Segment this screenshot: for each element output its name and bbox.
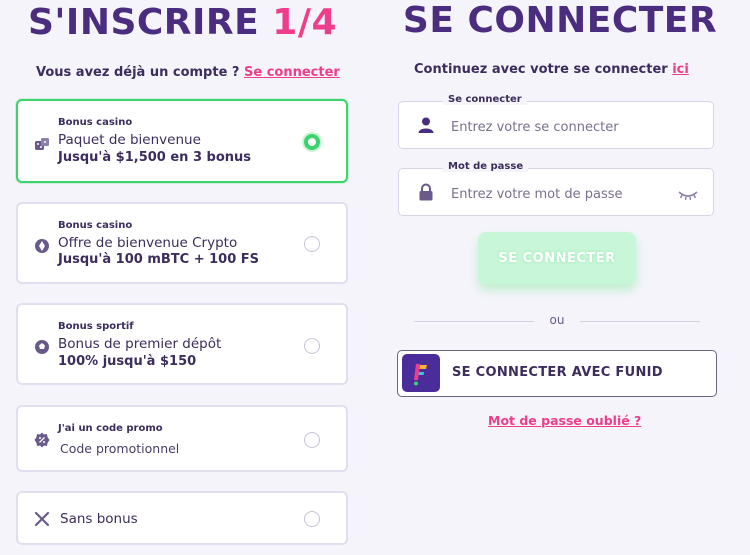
bonus-option-crypto-welcome[interactable]: Bonus casino Offre de bienvenue Crypto J… — [16, 202, 348, 284]
password-label: Mot de passe — [443, 161, 529, 172]
bonus-category: J'ai un code promo — [58, 423, 163, 434]
forgot-password-link[interactable]: Mot de passe oublié ? — [488, 413, 641, 428]
bonus-option-no-bonus[interactable]: Sans bonus — [16, 491, 348, 545]
funid-label: SE CONNECTER AVEC FUNID — [452, 365, 663, 380]
signup-step: 1/4 — [272, 2, 338, 43]
bonus-amount: Jusqu'à 100 mBTC + 100 FS — [58, 252, 260, 267]
bonus-amount: Jusqu'à $1,500 en 3 bonus — [58, 150, 252, 165]
continue-line: Continuez avec votre se connecter ici — [414, 62, 689, 77]
bonus-option-promo-code[interactable]: J'ai un code promo Code promotionnel — [16, 405, 348, 472]
password-input[interactable] — [449, 182, 673, 206]
have-account-text: Vous avez déjà un compte ? — [36, 65, 240, 80]
x-icon — [34, 511, 50, 527]
bonus-radio[interactable] — [304, 511, 320, 527]
soccer-ball-icon — [34, 339, 50, 355]
continue-text: Continuez avec votre se connecter — [414, 62, 668, 77]
bonus-radio-selected[interactable] — [304, 134, 320, 150]
crypto-coin-icon — [34, 238, 50, 254]
user-icon — [417, 116, 435, 134]
bonus-name: Code promotionnel — [60, 441, 180, 456]
or-text: ou — [549, 313, 565, 327]
bonus-name: Sans bonus — [60, 511, 138, 527]
bonus-option-welcome-package[interactable]: Bonus casino Paquet de bienvenue Jusqu'à… — [16, 99, 348, 183]
lock-icon — [417, 183, 435, 201]
funid-logo-icon — [402, 354, 440, 392]
bonus-name: Bonus de premier dépôt — [58, 336, 222, 352]
funid-login-button[interactable]: SE CONNECTER AVEC FUNID — [397, 350, 717, 397]
bonus-radio[interactable] — [304, 338, 320, 354]
login-title: SE CONNECTER — [402, 0, 718, 41]
divider-right — [580, 321, 700, 322]
signup-title: S'INSCRIRE 1/4 — [0, 2, 365, 43]
bonus-name: Paquet de bienvenue — [58, 132, 201, 148]
login-button[interactable]: SE CONNECTER — [478, 232, 636, 284]
bonus-option-first-deposit[interactable]: Bonus sportif Bonus de premier dépôt 100… — [16, 303, 348, 385]
bonus-amount: 100% jusqu'à $150 — [58, 354, 197, 369]
signup-title-text: S'INSCRIRE — [27, 2, 260, 43]
username-input[interactable] — [449, 115, 673, 139]
promo-badge-icon — [34, 432, 50, 448]
username-label: Se connecter — [443, 94, 527, 105]
bonus-radio[interactable] — [304, 432, 320, 448]
divider-left — [414, 321, 534, 322]
continue-here-link[interactable]: ici — [672, 62, 689, 77]
bonus-category: Bonus casino — [58, 117, 133, 128]
eye-closed-icon[interactable] — [677, 186, 699, 205]
username-field[interactable]: Se connecter — [398, 94, 714, 149]
password-field[interactable]: Mot de passe — [398, 161, 714, 216]
bonus-name: Offre de bienvenue Crypto — [58, 235, 238, 251]
bonus-category: Bonus casino — [58, 220, 133, 231]
bonus-radio[interactable] — [304, 236, 320, 252]
signup-panel: S'INSCRIRE 1/4 Vous avez déjà un compte … — [0, 0, 365, 555]
dice-icon — [34, 137, 50, 153]
login-link[interactable]: Se connecter — [244, 65, 340, 80]
bonus-category: Bonus sportif — [58, 321, 134, 332]
have-account-line: Vous avez déjà un compte ? Se connecter — [36, 65, 340, 80]
login-panel: SE CONNECTER Continuez avec votre se con… — [380, 0, 750, 555]
